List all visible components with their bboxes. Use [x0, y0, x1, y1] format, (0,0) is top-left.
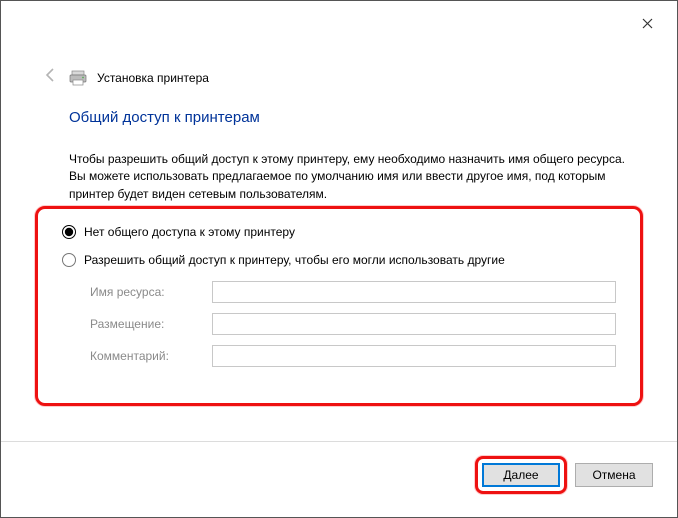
- field-row-location: Размещение:: [62, 313, 616, 335]
- location-label: Размещение:: [62, 317, 212, 331]
- back-arrow-icon[interactable]: [43, 67, 59, 88]
- close-button[interactable]: [629, 9, 665, 37]
- comment-input[interactable]: [212, 345, 616, 367]
- location-input[interactable]: [212, 313, 616, 335]
- radio-share-input[interactable]: [62, 253, 76, 267]
- printer-icon: [69, 70, 87, 86]
- radio-share-label: Разрешить общий доступ к принтеру, чтобы…: [84, 253, 505, 267]
- close-icon: [642, 18, 653, 29]
- radio-no-share[interactable]: Нет общего доступа к этому принтеру: [62, 225, 616, 239]
- button-bar: Далее Отмена: [475, 456, 653, 494]
- field-row-comment: Комментарий:: [62, 345, 616, 367]
- radio-no-share-input[interactable]: [62, 225, 76, 239]
- cancel-button[interactable]: Отмена: [575, 463, 653, 487]
- page-description: Чтобы разрешить общий доступ к этому при…: [69, 151, 629, 203]
- next-button[interactable]: Далее: [482, 463, 560, 487]
- comment-label: Комментарий:: [62, 349, 212, 363]
- field-row-share-name: Имя ресурса:: [62, 281, 616, 303]
- wizard-title: Установка принтера: [97, 71, 209, 85]
- next-button-highlight: Далее: [475, 456, 567, 494]
- share-name-input[interactable]: [212, 281, 616, 303]
- radio-share[interactable]: Разрешить общий доступ к принтеру, чтобы…: [62, 253, 616, 267]
- page-heading: Общий доступ к принтерам: [69, 109, 260, 126]
- sharing-options-panel: Нет общего доступа к этому принтеру Разр…: [35, 206, 643, 406]
- share-name-label: Имя ресурса:: [62, 285, 212, 299]
- separator: [1, 441, 677, 442]
- radio-no-share-label: Нет общего доступа к этому принтеру: [84, 225, 295, 239]
- wizard-window: { "header": { "wizard_title": "Установка…: [1, 1, 677, 517]
